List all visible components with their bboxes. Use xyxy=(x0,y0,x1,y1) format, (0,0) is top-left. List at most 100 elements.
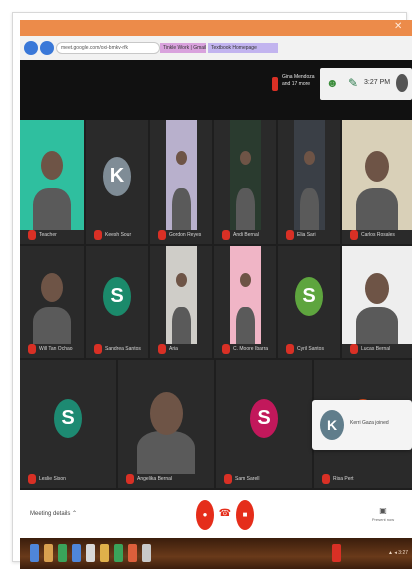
url-input[interactable]: meet.google.com/oxi-bmkv-rfk xyxy=(56,42,160,54)
present-label: Present now xyxy=(371,517,395,522)
participant-tile[interactable]: Will Tan Ochao xyxy=(20,246,84,358)
participant-name: Sam Sarell xyxy=(235,476,260,482)
participant-video xyxy=(230,120,261,230)
participant-name-chip: Teacher xyxy=(28,230,82,240)
participant-tile[interactable]: S Cyril Santos xyxy=(278,246,340,358)
participant-face xyxy=(176,151,187,165)
bookmark-gmail[interactable]: Tinkle Work | Gmail xyxy=(160,43,206,53)
participant-tile[interactable]: S Leslie Sison xyxy=(20,360,116,488)
participant-video xyxy=(294,120,325,230)
participant-tile[interactable]: Teacher xyxy=(20,120,84,244)
mic-muted-icon xyxy=(350,230,358,240)
participant-tile[interactable]: Carlos Rosales xyxy=(342,120,412,244)
taskbar-app-icon[interactable] xyxy=(72,544,81,562)
participant-video xyxy=(230,246,261,344)
participant-name-chip: Carlos Rosales xyxy=(350,230,410,240)
notification-avatar: K xyxy=(320,410,344,440)
participant-name-chip: Angelika Bernal xyxy=(126,474,212,484)
close-icon[interactable]: ✕ xyxy=(394,21,404,33)
taskbar-app-icon[interactable] xyxy=(142,544,151,562)
chat-icon[interactable]: ✎ xyxy=(348,76,358,90)
participant-tile[interactable]: Andi Bernal xyxy=(214,120,276,244)
participant-name: Keesh Sour xyxy=(105,232,132,238)
participant-face xyxy=(304,151,315,165)
participant-face xyxy=(150,392,183,435)
taskbar-app-icon[interactable] xyxy=(100,544,109,562)
participant-body xyxy=(356,188,398,230)
participant-tile[interactable]: S Sandrea Santos xyxy=(86,246,148,358)
mic-muted-icon xyxy=(222,344,230,354)
people-icon[interactable]: ☻ xyxy=(326,76,339,90)
participant-name-chip: Risa Pert xyxy=(322,474,410,484)
participant-body xyxy=(236,307,255,344)
participant-tile[interactable]: Aria xyxy=(150,246,212,358)
participant-name: C. Moore Ibarra xyxy=(233,346,269,352)
participant-name: Risa Pert xyxy=(333,476,354,482)
taskbar-app-icon[interactable] xyxy=(114,544,123,562)
participant-name-chip: Will Tan Ochao xyxy=(28,344,82,354)
participant-video xyxy=(166,120,197,230)
participant-name: Cyril Santos xyxy=(297,346,324,352)
taskbar-app-icon[interactable] xyxy=(128,544,137,562)
start-icon[interactable] xyxy=(30,544,39,562)
participant-face xyxy=(41,151,63,180)
mic-muted-icon xyxy=(28,230,36,240)
present-icon: ▣ xyxy=(379,506,387,515)
user-avatar[interactable] xyxy=(396,74,408,92)
taskbar-app-icon[interactable] xyxy=(332,544,341,562)
meeting-info-box: ☻ ✎ 3:27 PM xyxy=(320,68,412,100)
forward-button[interactable] xyxy=(40,41,54,55)
taskbar-app-icon[interactable] xyxy=(44,544,53,562)
participant-tile[interactable]: C. Moore Ibarra xyxy=(214,246,276,358)
participant-name: Lucas Bernal xyxy=(361,346,391,352)
participant-name-chip: Sandrea Santos xyxy=(94,344,146,354)
participant-name-chip: Aria xyxy=(158,344,210,354)
participant-tile[interactable]: Lucas Bernal xyxy=(342,246,412,358)
taskbar-app-icon[interactable] xyxy=(86,544,95,562)
participant-body xyxy=(236,188,255,230)
call-controls: Meeting details ⌃ ● ☎ ■ ▣ Present now xyxy=(20,490,412,538)
participant-tile[interactable]: Elia Sari xyxy=(278,120,340,244)
address-bar-row: meet.google.com/oxi-bmkv-rfk Tinkle Work… xyxy=(20,36,412,60)
hangup-icon[interactable]: ☎ xyxy=(218,508,232,520)
meeting-details-button[interactable]: Meeting details ⌃ xyxy=(30,509,100,519)
participant-name-chip: C. Moore Ibarra xyxy=(222,344,274,354)
mic-muted-icon xyxy=(28,474,36,484)
participant-name: Carlos Rosales xyxy=(361,232,395,238)
participant-avatar: S xyxy=(103,277,131,316)
participant-avatar: S xyxy=(54,399,82,438)
participant-name-chip: Sam Sarell xyxy=(224,474,310,484)
participant-name: Angelika Bernal xyxy=(137,476,173,482)
participant-video xyxy=(342,246,412,344)
participant-name-chip: Gordon Reyes xyxy=(158,230,210,240)
back-button[interactable] xyxy=(24,41,38,55)
mic-muted-icon xyxy=(350,344,358,354)
present-now-button[interactable]: ▣ Present now xyxy=(368,506,398,524)
mic-muted-icon xyxy=(286,230,294,240)
participant-name-chip: Keesh Sour xyxy=(94,230,146,240)
participant-tile[interactable]: S Sam Sarell xyxy=(216,360,312,488)
mic-muted-icon xyxy=(28,344,36,354)
presenting-icon xyxy=(272,77,278,91)
windows-taskbar: ▲ ◂ 3:27 xyxy=(20,538,412,569)
participant-tile[interactable]: Angelika Bernal xyxy=(118,360,214,488)
participant-tile[interactable]: K Keesh Sour xyxy=(86,120,148,244)
mic-muted-icon xyxy=(94,344,102,354)
participant-body xyxy=(356,307,398,344)
mic-muted-icon xyxy=(222,230,230,240)
participant-name: Aria xyxy=(169,346,178,352)
participant-name: Teacher xyxy=(39,232,57,238)
participant-tile[interactable]: Gordon Reyes xyxy=(150,120,212,244)
camera-off-icon[interactable]: ■ xyxy=(236,500,254,530)
bookmark-textbook[interactable]: Textbook Homepage xyxy=(208,43,278,53)
participant-name-chip: Elia Sari xyxy=(286,230,338,240)
taskbar-app-icon[interactable] xyxy=(58,544,67,562)
participant-body xyxy=(33,188,71,230)
join-notification[interactable]: K Kerri Gaza joined xyxy=(312,400,412,450)
participant-face xyxy=(240,273,251,287)
participant-video xyxy=(166,246,197,344)
mic-off-icon[interactable]: ● xyxy=(196,500,214,530)
participant-name-chip: Leslie Sison xyxy=(28,474,114,484)
notification-text: Kerri Gaza joined xyxy=(350,420,389,426)
participant-body xyxy=(137,431,195,474)
